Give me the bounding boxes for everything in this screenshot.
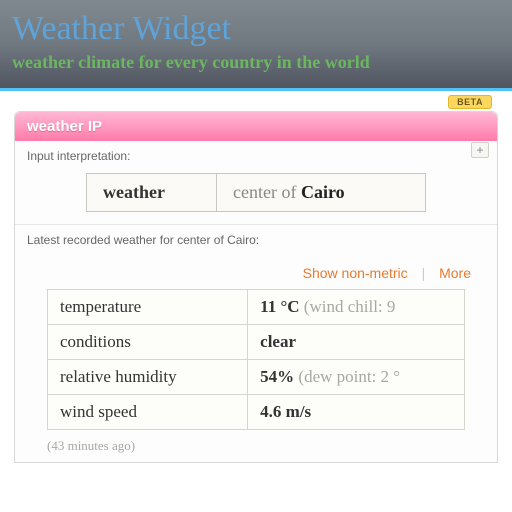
content-area: BETA weather IP + Input interpretation: … [0,88,512,463]
table-row: conditions clear [48,324,465,359]
beta-badge: BETA [448,95,492,109]
row-label: relative humidity [48,359,248,394]
widget-titlebar: weather IP [15,112,497,141]
action-separator: | [422,265,426,281]
table-row: temperature 11 °C (wind chill: 9 [48,289,465,324]
page-subtitle: weather climate for every country in the… [12,52,500,74]
row-label: temperature [48,289,248,324]
row-value: 54% (dew point: 2 ° [248,359,465,394]
results-label: Latest recorded weather for center of Ca… [27,233,485,247]
weather-widget: weather IP + Input interpretation: weath… [14,111,498,463]
interp-location-name: Cairo [301,182,345,202]
interpretation-label: Input interpretation: [27,149,485,163]
row-value: 11 °C (wind chill: 9 [248,289,465,324]
row-value: 4.6 m/s [248,394,465,429]
table-row: wind speed 4.6 m/s [48,394,465,429]
results-section: Latest recorded weather for center of Ca… [15,225,497,462]
interp-location-prefix: center of [233,182,301,202]
interp-keyword: weather [86,173,216,212]
row-label: wind speed [48,394,248,429]
table-row: relative humidity 54% (dew point: 2 ° [48,359,465,394]
show-nonmetric-link[interactable]: Show non-metric [303,265,408,281]
row-value: clear [248,324,465,359]
weather-table: temperature 11 °C (wind chill: 9 conditi… [47,289,465,430]
expand-button[interactable]: + [471,142,489,158]
timestamp: (43 minutes ago) [27,430,485,462]
interp-location: center of Cairo [216,173,426,212]
more-link[interactable]: More [439,265,471,281]
page-title: Weather Widget [12,10,500,48]
widget-title: weather IP [27,118,102,135]
page-header: Weather Widget weather climate for every… [0,0,512,88]
row-label: conditions [48,324,248,359]
interpretation-row: weather center of Cairo [27,173,485,212]
interpretation-section: Input interpretation: weather center of … [15,141,497,225]
result-actions: Show non-metric | More [27,257,485,289]
